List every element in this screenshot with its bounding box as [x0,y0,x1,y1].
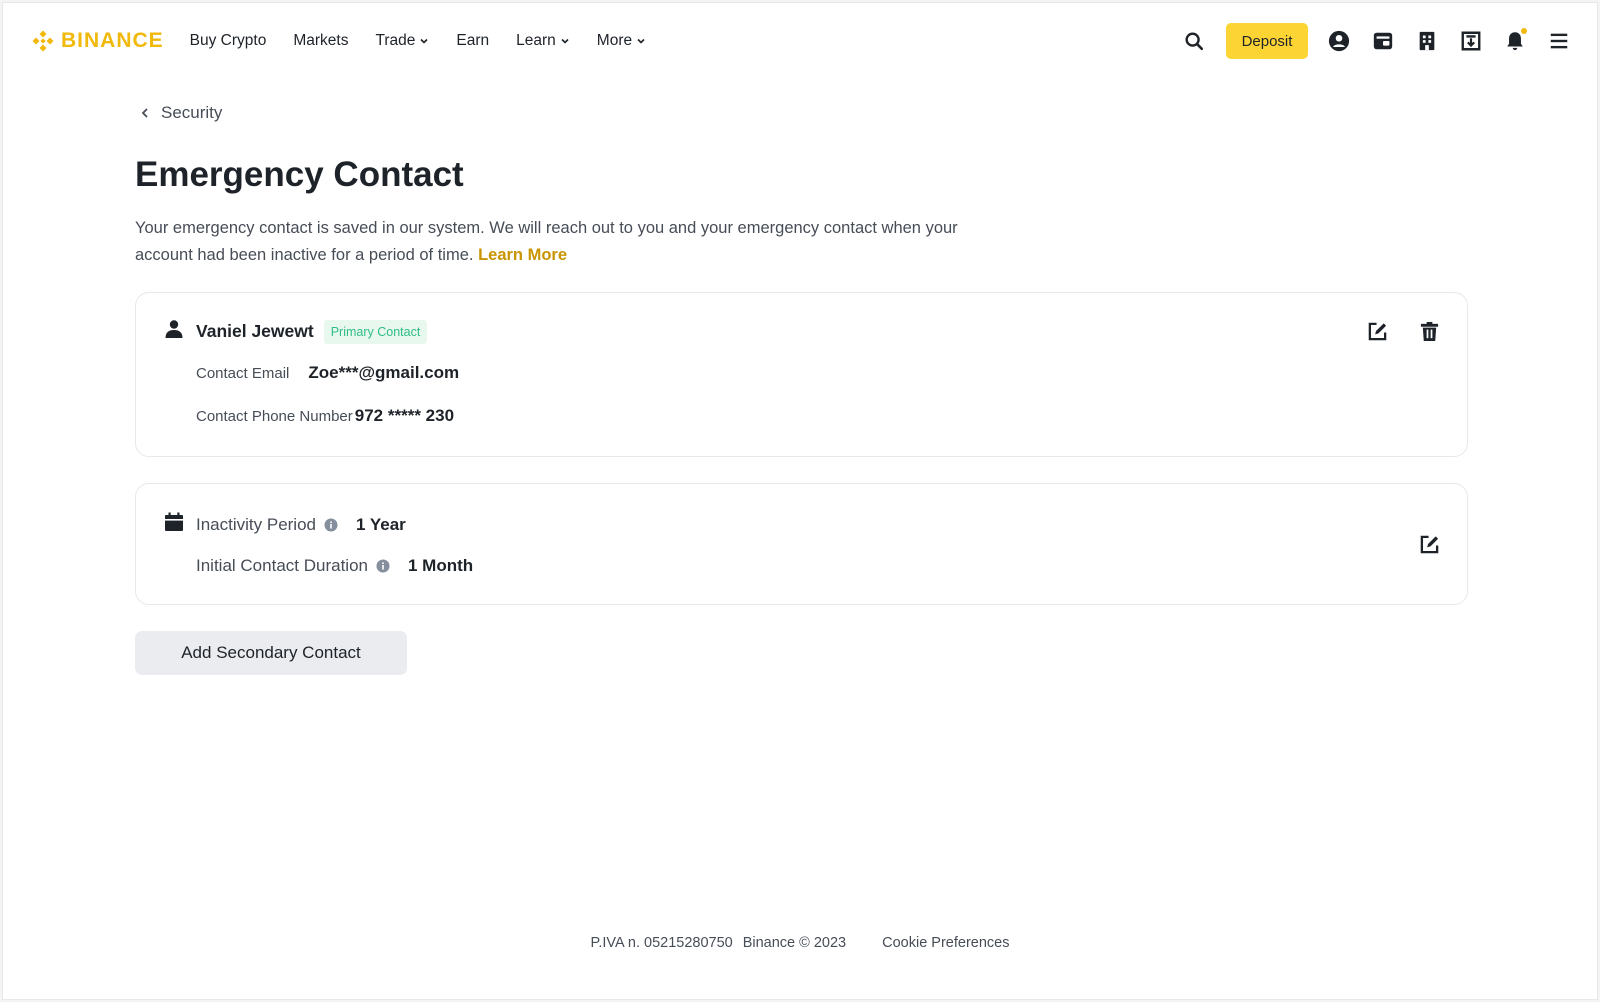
initial-contact-duration-row: Initial Contact Duration 1 Month [196,556,473,576]
menu-icon[interactable] [1547,29,1571,53]
contact-phone-label: Contact Phone Number [196,407,353,425]
deposit-button[interactable]: Deposit [1226,23,1308,59]
info-icon[interactable] [324,518,338,532]
binance-logo[interactable]: BINANCE [29,21,164,61]
nav-item-markets[interactable]: Markets [293,21,348,61]
search-icon[interactable] [1182,29,1206,53]
contact-name-row: Vaniel Jewewt Primary Contact [164,319,428,344]
footer: P.IVA n. 05215280750 Binance © 2023 Cook… [3,935,1597,951]
edit-contact-icon[interactable] [1365,319,1389,343]
chevron-down-icon [420,38,428,44]
main-nav: Buy Crypto Markets Trade Earn Learn More [190,21,673,61]
inactivity-settings-card: Inactivity Period 1 Year Initial Contact… [135,483,1468,605]
footer-piva: P.IVA n. 05215280750 [590,935,733,951]
initial-contact-duration-label: Initial Contact Duration [196,556,368,575]
notification-dot [1521,28,1527,34]
contact-email-row: Contact Email Zoe***@gmail.com [196,363,459,383]
nav-item-trade[interactable]: Trade [375,21,429,61]
contact-phone-value: 972 ***** 230 [354,406,455,425]
nav-item-label: Trade [375,32,416,49]
breadcrumb-label: Security [161,103,223,122]
chevron-left-icon [141,108,148,118]
nav-item-more[interactable]: More [597,21,646,61]
download-icon[interactable] [1459,29,1483,53]
contact-actions [1365,319,1441,343]
inactivity-period-row: Inactivity Period 1 Year [164,512,406,537]
primary-contact-badge: Primary Contact [323,319,428,344]
top-header: BINANCE Buy Crypto Markets Trade Earn Le… [3,3,1597,79]
chevron-down-icon [637,38,645,44]
footer-copyright: Binance © 2023 [742,935,847,951]
delete-contact-icon[interactable] [1417,319,1441,343]
nav-item-label: Buy Crypto [189,32,267,49]
brand-name: BINANCE [61,29,164,52]
page-title: Emergency Contact [135,155,464,194]
orders-icon[interactable] [1415,29,1439,53]
nav-item-label: Markets [293,32,349,49]
person-icon [164,319,184,344]
header-actions: Deposit [1182,3,1571,79]
calendar-icon [164,512,184,537]
page-description: Your emergency contact is saved in our s… [135,215,1005,269]
nav-item-buy-crypto[interactable]: Buy Crypto [190,21,267,61]
add-secondary-contact-button[interactable]: Add Secondary Contact [135,631,407,675]
edit-period-icon[interactable] [1417,532,1441,556]
learn-more-link[interactable]: Learn More [478,246,567,264]
initial-contact-duration-value: 1 Month [407,556,474,575]
inactivity-period-label: Inactivity Period [196,514,316,534]
breadcrumb-back-security[interactable]: Security [139,103,222,123]
contact-phone-row: Contact Phone Number 972 ***** 230 [196,406,454,426]
nav-item-label: More [596,32,633,49]
user-icon[interactable] [1327,29,1351,53]
bell-icon[interactable] [1503,28,1527,53]
contact-name: Vaniel Jewewt [196,321,314,341]
page-frame: BINANCE Buy Crypto Markets Trade Earn Le… [2,2,1598,1000]
inactivity-period-value: 1 Year [356,514,406,534]
binance-logo-icon [32,30,54,52]
contact-email-label: Contact Email [196,364,290,382]
nav-item-label: Earn [456,32,490,49]
cookie-preferences-link[interactable]: Cookie Preferences [882,935,1009,951]
contact-email-value: Zoe***@gmail.com [308,363,460,382]
chevron-down-icon [561,38,569,44]
nav-item-earn[interactable]: Earn [456,21,489,61]
nav-item-label: Learn [516,32,556,49]
wallet-icon[interactable] [1371,29,1395,53]
nav-item-learn[interactable]: Learn [516,21,570,61]
info-icon[interactable] [376,559,390,573]
primary-contact-card: Vaniel Jewewt Primary Contact Contact Em… [135,292,1468,457]
